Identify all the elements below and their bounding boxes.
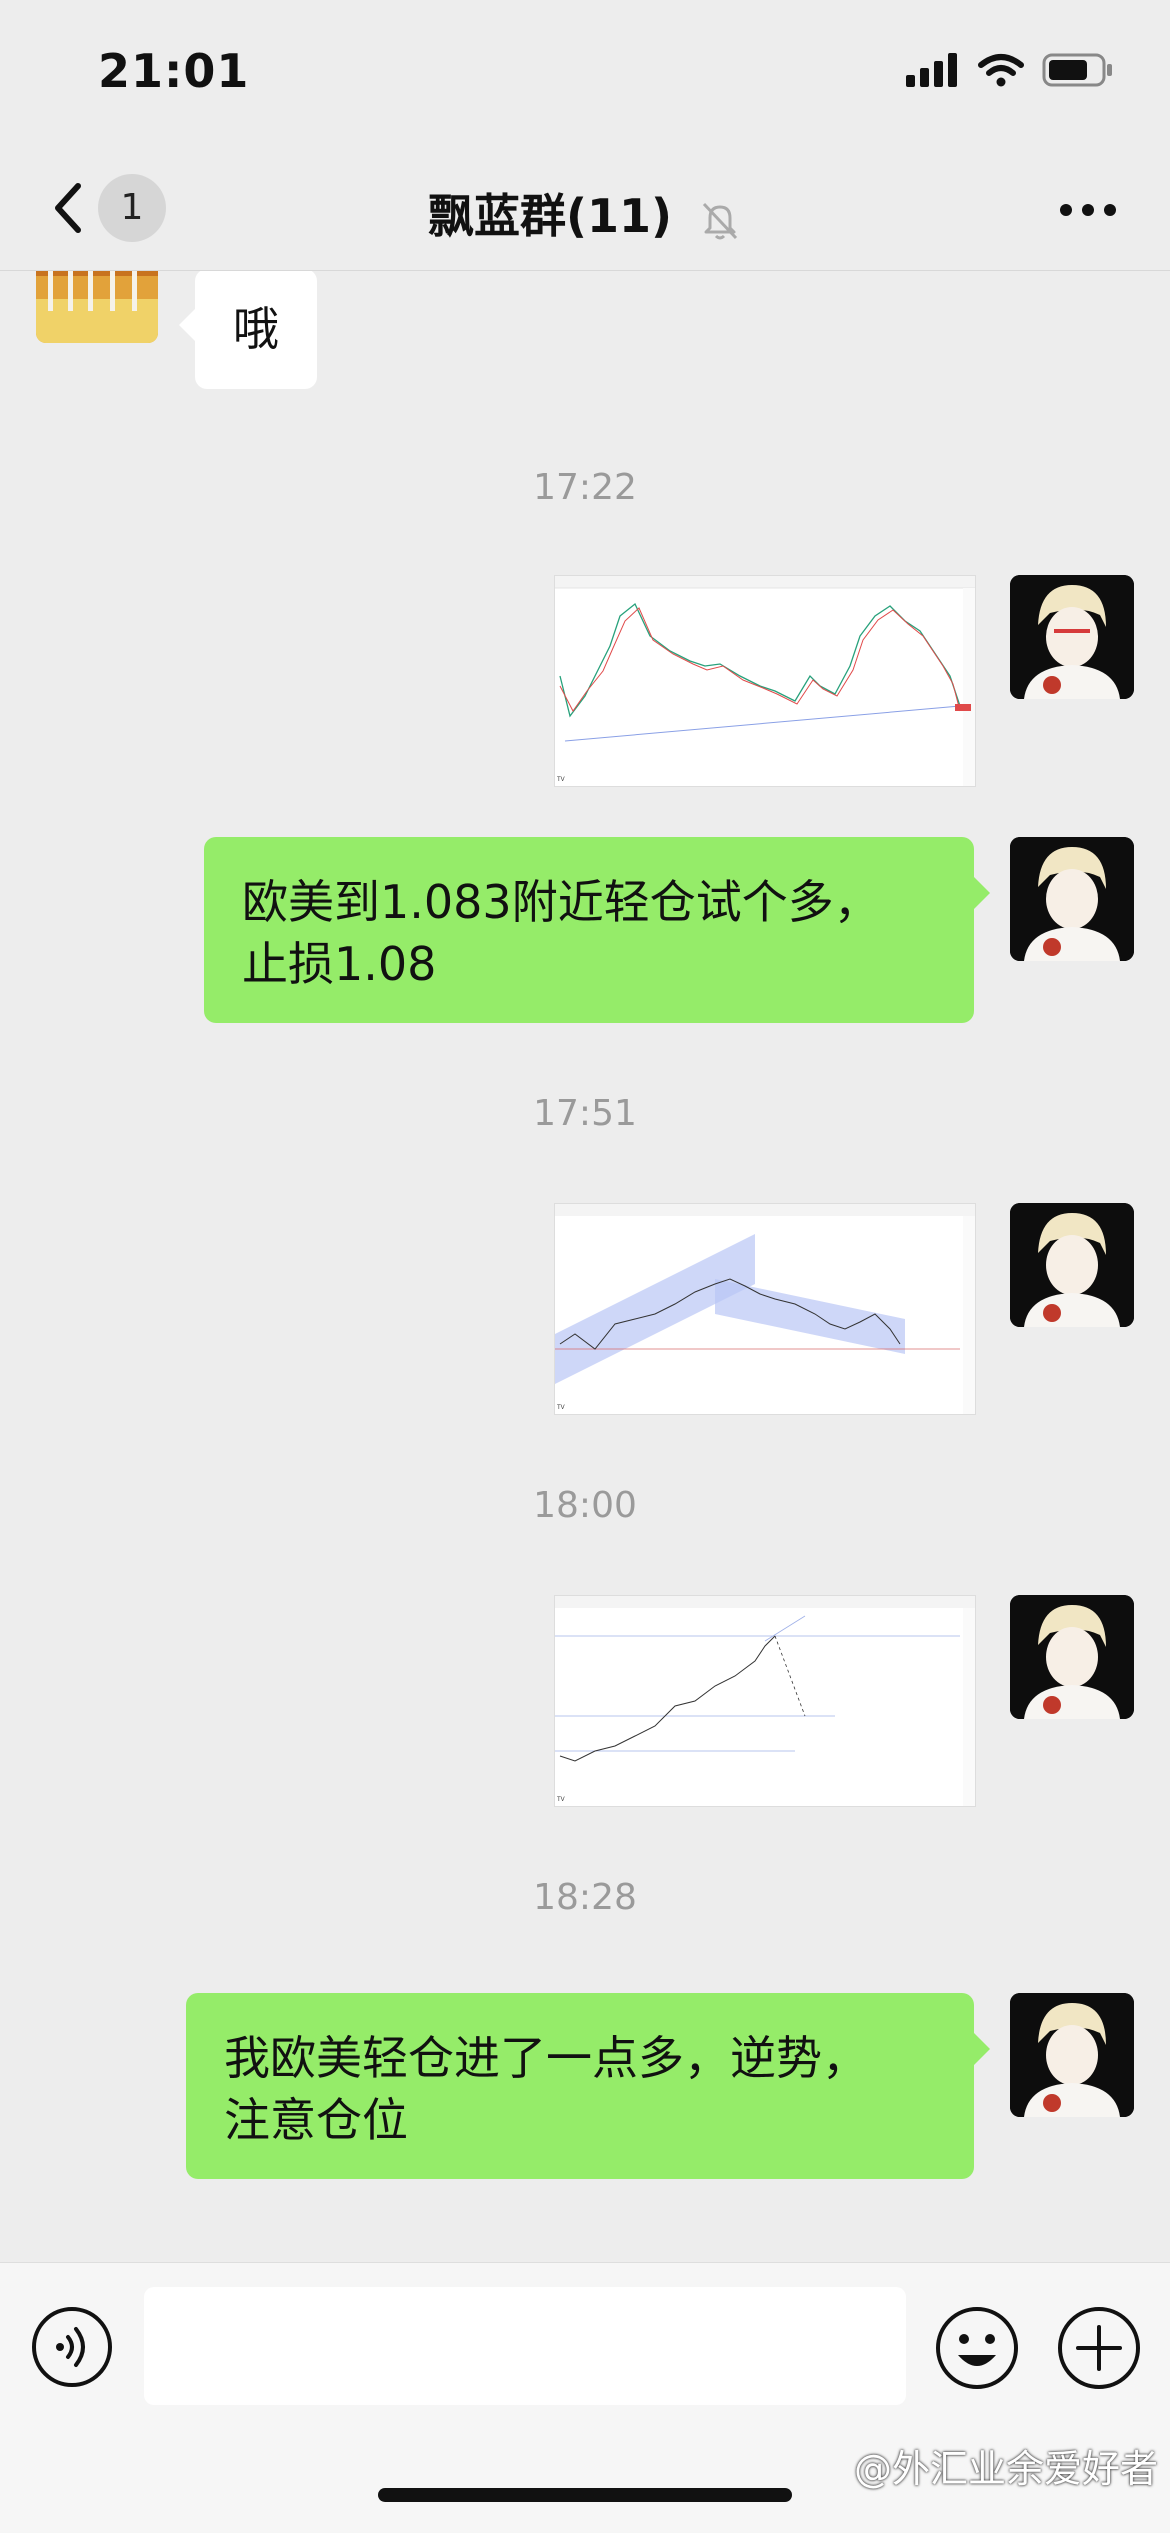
home-indicator[interactable]: [378, 2488, 792, 2502]
more-options-icon[interactable]: [1058, 202, 1118, 218]
my-avatar[interactable]: [1010, 1203, 1134, 1327]
chart-image-message[interactable]: TV: [554, 1203, 976, 1415]
chat-title: 飘蓝群(11): [0, 180, 1170, 246]
my-avatar[interactable]: [1010, 1993, 1134, 2117]
wifi-icon: [978, 54, 1024, 87]
sender-avatar[interactable]: [36, 271, 158, 343]
chat-title-text: 飘蓝群(11): [427, 189, 673, 243]
watermark: @外汇业余爱好者: [853, 2447, 1158, 2491]
timestamp: 18:28: [533, 1877, 637, 1918]
voice-input-icon[interactable]: [30, 2305, 114, 2389]
timestamp: 17:51: [533, 1093, 637, 1134]
signal-icon: [906, 53, 957, 87]
status-icons: [906, 52, 1114, 88]
status-bar: 21:01: [0, 0, 1170, 150]
message-input[interactable]: [144, 2287, 906, 2405]
emoji-icon[interactable]: [934, 2305, 1020, 2391]
status-time: 21:01: [98, 44, 250, 98]
chart-image-message[interactable]: TV: [554, 575, 976, 787]
chart-image-message[interactable]: TV: [554, 1595, 976, 1807]
message-text-line: 我欧美轻仓进了一点多，逆势，: [224, 2031, 868, 2085]
input-bar: @外汇业余爱好者: [0, 2262, 1170, 2533]
my-avatar[interactable]: [1010, 1595, 1134, 1719]
mute-bell-icon: [702, 202, 738, 239]
message-text-line: 注意仓位: [224, 2093, 408, 2147]
timestamp: 17:22: [533, 467, 637, 508]
timestamp: 18:00: [533, 1485, 637, 1526]
message-list[interactable]: 哦 17:22 TV 欧美到1.083附近轻仓试个多， 止损1.08 17:51…: [0, 271, 1170, 2261]
message-bubble[interactable]: 我欧美轻仓进了一点多，逆势， 注意仓位: [186, 1993, 990, 2179]
my-avatar[interactable]: [1010, 575, 1134, 699]
svg-text:TV: TV: [557, 1405, 565, 1411]
message-text-line: 欧美到1.083附近轻仓试个多，: [242, 875, 880, 929]
message-bubble[interactable]: 欧美到1.083附近轻仓试个多， 止损1.08: [204, 837, 990, 1023]
message-text-line: 止损1.08: [242, 937, 437, 991]
chat-header: 1 飘蓝群(11): [0, 150, 1170, 271]
svg-text:TV: TV: [557, 1797, 565, 1803]
plus-icon[interactable]: [1056, 2305, 1142, 2391]
my-avatar[interactable]: [1010, 837, 1134, 961]
svg-text:TV: TV: [557, 777, 565, 783]
message-text: 哦: [233, 302, 279, 356]
battery-icon: [1042, 53, 1112, 87]
message-bubble[interactable]: 哦: [179, 271, 317, 389]
